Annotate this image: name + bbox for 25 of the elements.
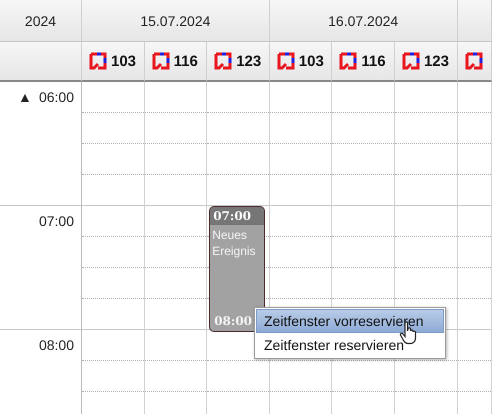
hour-label: 07:00 [38, 213, 74, 229]
resource-label: 123 [236, 52, 262, 70]
resource-label: 116 [361, 52, 386, 70]
room-icon [339, 52, 358, 70]
event-title: Neues Ereignis [211, 227, 257, 260]
resource-label: 123 [424, 52, 449, 70]
resource-label: 116 [174, 52, 198, 70]
event-start-time: 07:00 [210, 207, 264, 225]
room-icon [464, 52, 483, 70]
room-icon [276, 52, 295, 70]
room-icon [402, 52, 420, 70]
date-header: 16.07.2024 [270, 0, 458, 42]
resource-label: 103 [298, 52, 324, 70]
date-header: 15.07.2024 [82, 0, 270, 42]
scroll-up-arrow[interactable]: ▲ [18, 89, 32, 105]
year-header: 2024 [0, 0, 82, 42]
room-icon [152, 52, 170, 70]
room-icon [89, 52, 107, 70]
room-icon [214, 52, 232, 70]
hour-label: 06:00 [38, 89, 74, 105]
menu-item[interactable]: Zeitfenster vorreservieren [256, 309, 444, 333]
resource-label: 103 [111, 52, 136, 70]
event-end-time: 08:00 [213, 314, 254, 330]
hour-label: 08:00 [38, 337, 74, 353]
calendar-event[interactable]: 07:00 Neues Ereignis 08:00 [209, 206, 265, 332]
